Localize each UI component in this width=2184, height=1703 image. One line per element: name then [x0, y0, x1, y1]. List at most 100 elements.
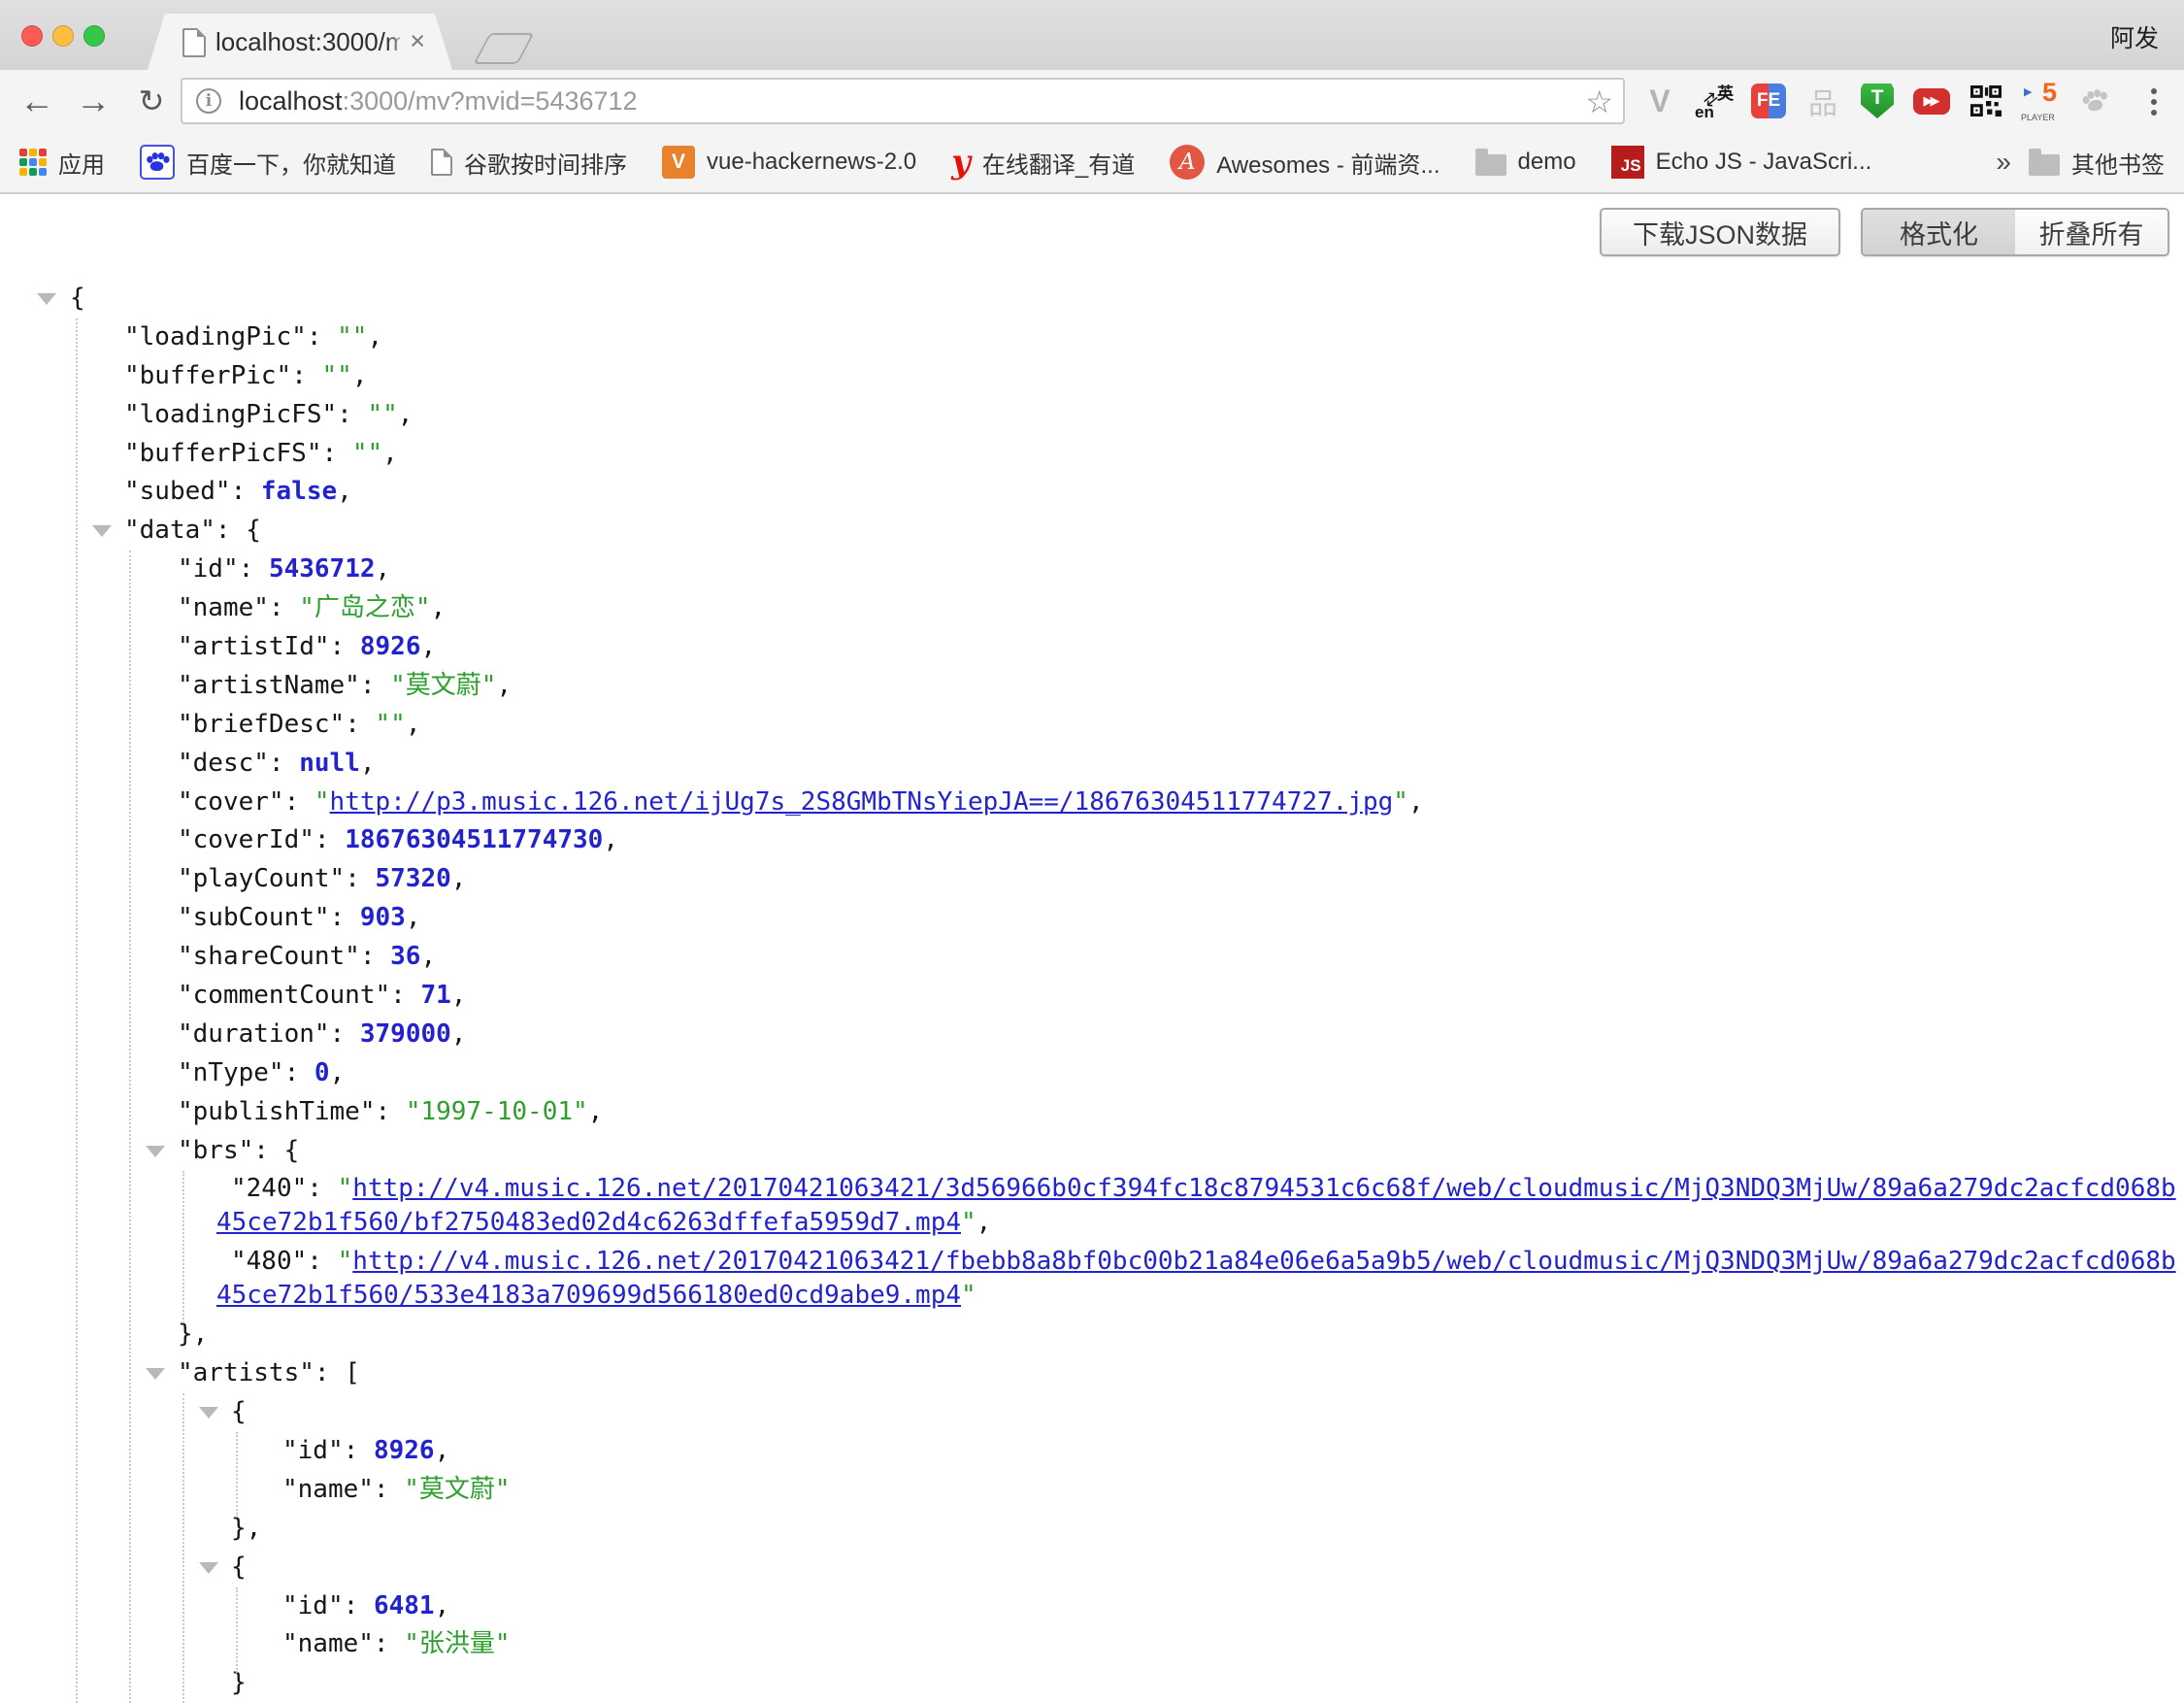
- json-literal-value: null: [299, 749, 360, 778]
- bookmarks-bar: 应用 百度一下，你就知道 谷歌按时间排序 Vvue-hackernews-2.0 y在线…: [0, 132, 2184, 194]
- json-url-link[interactable]: 45ce72b1f560/533e4183a709699d566180ed0cd…: [216, 1281, 961, 1310]
- collapse-arrow-icon[interactable]: [37, 293, 56, 305]
- back-button-icon[interactable]: ←: [14, 78, 60, 124]
- json-punctuation: :: [345, 710, 375, 739]
- address-bar[interactable]: i localhost:3000/mv?mvid=5436712 ☆: [181, 78, 1625, 124]
- json-punctuation: :: [291, 361, 321, 390]
- json-literal-value: 57320: [376, 864, 451, 893]
- json-line: "coverId": 18676304511774730,: [0, 821, 2184, 860]
- json-punctuation: :: [231, 477, 261, 506]
- collapse-all-button[interactable]: 折叠所有: [2015, 210, 2167, 254]
- json-punctuation: ,: [352, 361, 368, 390]
- json-line: "id": 8926,: [0, 1432, 2184, 1471]
- bookmark-star-icon[interactable]: ☆: [1585, 83, 1613, 120]
- bookmark-label: 其他书签: [2071, 146, 2165, 180]
- json-line: "loadingPicFS": "",: [0, 396, 2184, 435]
- bookmark-other-bookmarks[interactable]: 其他书签: [2029, 146, 2165, 180]
- bookmarks-overflow-chevron[interactable]: »: [1978, 147, 2029, 178]
- json-punctuation: [: [345, 1358, 360, 1387]
- indent-guide: [236, 1587, 238, 1673]
- browser-tab[interactable]: localhost:3000/mv?mvid=543 ×: [148, 14, 452, 70]
- bookmark-item[interactable]: JSEcho JS - JavaScri...: [1611, 146, 1872, 179]
- json-url-link[interactable]: http://p3.music.126.net/ijUg7s_2S8GMbTNs…: [330, 787, 1394, 817]
- reload-button-icon[interactable]: ↻: [128, 78, 175, 124]
- json-line: "desc": null,: [0, 745, 2184, 784]
- json-key: "subed": [124, 477, 231, 506]
- collapse-arrow-icon[interactable]: [146, 1368, 165, 1380]
- forward-button-icon[interactable]: →: [70, 78, 116, 124]
- vue-devtools-icon[interactable]: V: [1638, 78, 1681, 124]
- url-text[interactable]: localhost:3000/mv?mvid=5436712: [239, 86, 638, 117]
- json-string-value: ": [338, 1247, 353, 1276]
- json-line: "name": "莫文蔚": [0, 1471, 2184, 1510]
- video-downloader-icon[interactable]: ▶▶: [1910, 78, 1953, 124]
- bookmark-item[interactable]: y在线翻译_有道: [951, 146, 1135, 180]
- format-button[interactable]: 格式化: [1863, 210, 2015, 254]
- collapse-arrow-icon[interactable]: [92, 525, 112, 537]
- html5-player-icon[interactable]: ▶5PLAYER: [2019, 78, 2062, 124]
- bookmark-item[interactable]: 谷歌按时间排序: [431, 146, 627, 180]
- json-punctuation: ,: [367, 322, 382, 351]
- collapse-arrow-icon[interactable]: [146, 1146, 165, 1157]
- json-punctuation: ,: [420, 942, 436, 971]
- url-host: localhost: [239, 86, 343, 116]
- json-line: {: [0, 1393, 2184, 1432]
- window-zoom-icon[interactable]: [83, 25, 105, 47]
- page-info-icon[interactable]: i: [196, 88, 221, 114]
- json-punctuation: ,: [337, 477, 352, 506]
- json-string-value: "": [367, 400, 397, 429]
- json-punctuation: ,: [588, 1097, 604, 1126]
- json-line: "loadingPic": "",: [0, 318, 2184, 357]
- bookmark-item[interactable]: AAwesomes - 前端资...: [1170, 145, 1439, 180]
- bookmark-label: Awesomes - 前端资...: [1216, 146, 1439, 180]
- bookmark-item[interactable]: 应用: [19, 146, 105, 180]
- apps-grid-icon: [19, 149, 47, 176]
- tab-close-icon[interactable]: ×: [410, 26, 425, 55]
- json-punctuation: :: [239, 554, 269, 584]
- json-punctuation: :: [307, 1174, 337, 1203]
- folder-icon: [2029, 154, 2060, 176]
- json-line: "shareCount": 36,: [0, 938, 2184, 977]
- json-key: "loadingPicFS": [124, 400, 337, 429]
- json-url-link[interactable]: http://v4.music.126.net/20170421063421/f…: [352, 1247, 2175, 1276]
- json-literal-value: false: [261, 477, 337, 506]
- json-string-value: "广岛之恋": [299, 593, 430, 622]
- json-literal-value: 18676304511774730: [345, 825, 603, 854]
- json-literal-value: 71: [420, 981, 450, 1010]
- bookmark-item[interactable]: Vvue-hackernews-2.0: [662, 146, 916, 179]
- sitemap-icon[interactable]: 品: [1802, 78, 1844, 124]
- collapse-arrow-icon[interactable]: [199, 1407, 218, 1419]
- json-punctuation: ,: [435, 1436, 450, 1465]
- fe-icon[interactable]: FE: [1747, 78, 1790, 124]
- json-key: "desc": [178, 749, 269, 778]
- new-tab-button[interactable]: [473, 33, 534, 64]
- json-line: {: [0, 280, 2184, 318]
- json-punctuation: :: [307, 322, 337, 351]
- window-close-icon[interactable]: [21, 25, 43, 47]
- json-url-link[interactable]: http://v4.music.126.net/20170421063421/3…: [352, 1174, 2175, 1203]
- json-string-value: "张洪量": [404, 1629, 510, 1658]
- json-line: "artistId": 8926,: [0, 628, 2184, 667]
- bookmark-item[interactable]: demo: [1475, 149, 1576, 176]
- url-path: :3000/mv?mvid=5436712: [343, 86, 638, 116]
- bookmark-label: 谷歌按时间排序: [464, 146, 627, 180]
- bookmark-item[interactable]: 百度一下，你就知道: [140, 145, 396, 180]
- vue-orange-icon: V: [662, 146, 695, 179]
- download-json-button[interactable]: 下载JSON数据: [1600, 208, 1840, 256]
- json-url-link[interactable]: 45ce72b1f560/bf2750483ed02d4c6263dffefa5…: [216, 1208, 961, 1237]
- json-punctuation: :: [360, 671, 390, 700]
- paw-icon[interactable]: [2073, 78, 2116, 124]
- shield-t-icon[interactable]: T: [1856, 78, 1899, 124]
- json-punctuation: ,: [603, 825, 618, 854]
- json-punctuation: ,: [1408, 787, 1424, 817]
- json-string-value: ": [314, 787, 330, 817]
- json-key: "data": [124, 516, 215, 545]
- chrome-menu-icon[interactable]: [2139, 80, 2168, 122]
- translator-icon[interactable]: 英en⇄: [1693, 78, 1736, 124]
- json-key: "cover": [178, 787, 284, 817]
- collapse-arrow-icon[interactable]: [199, 1562, 218, 1574]
- json-punctuation: :: [314, 825, 345, 854]
- json-literal-value: 903: [360, 903, 406, 932]
- window-minimize-icon[interactable]: [52, 25, 74, 47]
- qr-code-icon[interactable]: [1965, 78, 2007, 124]
